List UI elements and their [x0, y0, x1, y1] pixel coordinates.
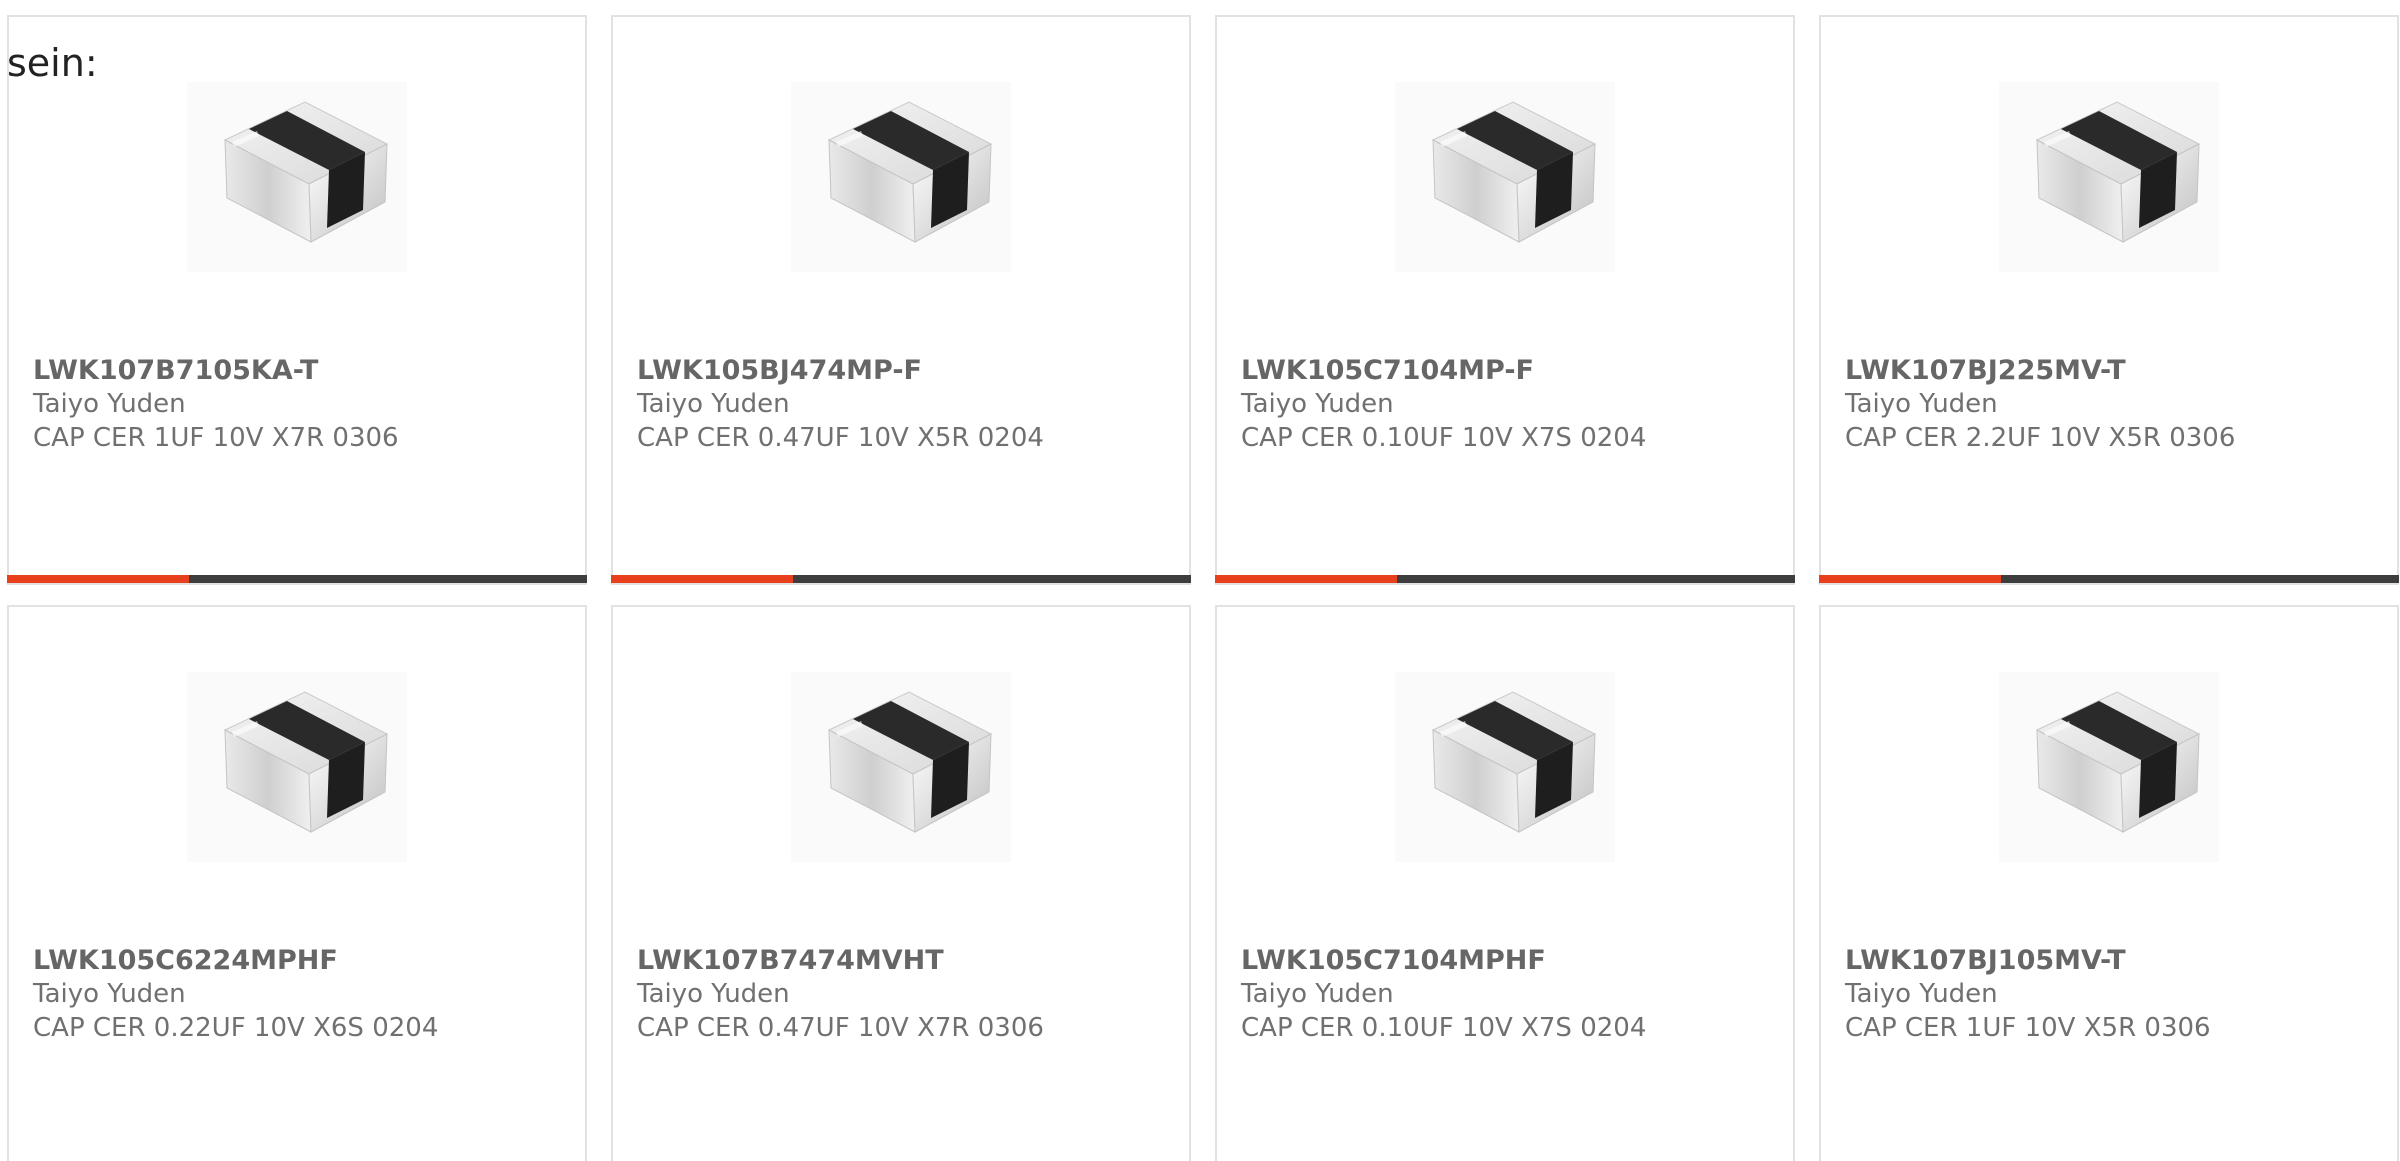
- part-number-link[interactable]: LWK107BJ105MV-T: [1845, 944, 2377, 977]
- part-number-link[interactable]: LWK107BJ225MV-T: [1845, 354, 2377, 387]
- card-accent-bar: [1215, 575, 1795, 583]
- part-number-link[interactable]: LWK105C7104MPHF: [1241, 944, 1773, 977]
- capacitor-chip-image[interactable]: [791, 672, 1011, 862]
- manufacturer-name: Taiyo Yuden: [637, 979, 790, 1009]
- card-accent-bar: [611, 575, 1191, 583]
- part-number-link[interactable]: LWK105C6224MPHF: [33, 944, 565, 977]
- product-description: CAP CER 0.10UF 10V X7S 0204: [1241, 1013, 1647, 1043]
- part-number-link[interactable]: LWK107B7474MVHT: [637, 944, 1169, 977]
- capacitor-chip-image[interactable]: [1999, 672, 2219, 862]
- manufacturer-name: Taiyo Yuden: [1241, 389, 1394, 419]
- product-card[interactable]: LWK107B7105KA-T Taiyo Yuden CAP CER 1UF …: [7, 15, 587, 585]
- product-grid: LWK107B7105KA-T Taiyo Yuden CAP CER 1UF …: [7, 15, 2400, 1161]
- product-description: CAP CER 0.10UF 10V X7S 0204: [1241, 423, 1647, 453]
- part-number-link[interactable]: LWK107B7105KA-T: [33, 354, 565, 387]
- product-card[interactable]: LWK105C7104MPHF Taiyo Yuden CAP CER 0.10…: [1215, 605, 1795, 1161]
- product-card-text: LWK105C6224MPHF Taiyo Yuden CAP CER 0.22…: [33, 944, 565, 1045]
- product-description: CAP CER 1UF 10V X7R 0306: [33, 423, 399, 453]
- manufacturer-name: Taiyo Yuden: [1845, 979, 1998, 1009]
- product-card-text: LWK107B7474MVHT Taiyo Yuden CAP CER 0.47…: [637, 944, 1169, 1045]
- manufacturer-name: Taiyo Yuden: [1241, 979, 1394, 1009]
- product-card-text: LWK105C7104MP-F Taiyo Yuden CAP CER 0.10…: [1241, 354, 1773, 455]
- product-card-text: LWK107B7105KA-T Taiyo Yuden CAP CER 1UF …: [33, 354, 565, 455]
- part-number-link[interactable]: LWK105C7104MP-F: [1241, 354, 1773, 387]
- product-card-text: LWK105BJ474MP-F Taiyo Yuden CAP CER 0.47…: [637, 354, 1169, 455]
- product-card[interactable]: LWK105BJ474MP-F Taiyo Yuden CAP CER 0.47…: [611, 15, 1191, 585]
- card-accent-bar: [7, 575, 587, 583]
- product-card-text: LWK105C7104MPHF Taiyo Yuden CAP CER 0.10…: [1241, 944, 1773, 1045]
- product-card[interactable]: LWK107BJ105MV-T Taiyo Yuden CAP CER 1UF …: [1819, 605, 2399, 1161]
- capacitor-chip-image[interactable]: [1395, 82, 1615, 272]
- product-description: CAP CER 0.22UF 10V X6S 0204: [33, 1013, 439, 1043]
- manufacturer-name: Taiyo Yuden: [637, 389, 790, 419]
- capacitor-chip-image[interactable]: [187, 672, 407, 862]
- manufacturer-name: Taiyo Yuden: [33, 979, 186, 1009]
- product-description: CAP CER 0.47UF 10V X5R 0204: [637, 423, 1044, 453]
- product-card-text: LWK107BJ105MV-T Taiyo Yuden CAP CER 1UF …: [1845, 944, 2377, 1045]
- product-description: CAP CER 2.2UF 10V X5R 0306: [1845, 423, 2236, 453]
- capacitor-chip-image[interactable]: [1999, 82, 2219, 272]
- product-listing-page: sein: LWK107B7105KA-T Taiyo Yuden CAP CE…: [0, 0, 2400, 1161]
- product-card[interactable]: LWK105C6224MPHF Taiyo Yuden CAP CER 0.22…: [7, 605, 587, 1161]
- product-card[interactable]: LWK107B7474MVHT Taiyo Yuden CAP CER 0.47…: [611, 605, 1191, 1161]
- product-description: CAP CER 0.47UF 10V X7R 0306: [637, 1013, 1044, 1043]
- product-card[interactable]: LWK107BJ225MV-T Taiyo Yuden CAP CER 2.2U…: [1819, 15, 2399, 585]
- product-card[interactable]: LWK105C7104MP-F Taiyo Yuden CAP CER 0.10…: [1215, 15, 1795, 585]
- part-number-link[interactable]: LWK105BJ474MP-F: [637, 354, 1169, 387]
- product-description: CAP CER 1UF 10V X5R 0306: [1845, 1013, 2211, 1043]
- card-accent-bar: [1819, 575, 2399, 583]
- capacitor-chip-image[interactable]: [791, 82, 1011, 272]
- capacitor-chip-image[interactable]: [187, 82, 407, 272]
- product-card-text: LWK107BJ225MV-T Taiyo Yuden CAP CER 2.2U…: [1845, 354, 2377, 455]
- manufacturer-name: Taiyo Yuden: [1845, 389, 1998, 419]
- manufacturer-name: Taiyo Yuden: [33, 389, 186, 419]
- capacitor-chip-image[interactable]: [1395, 672, 1615, 862]
- intro-text: sein:: [7, 41, 98, 85]
